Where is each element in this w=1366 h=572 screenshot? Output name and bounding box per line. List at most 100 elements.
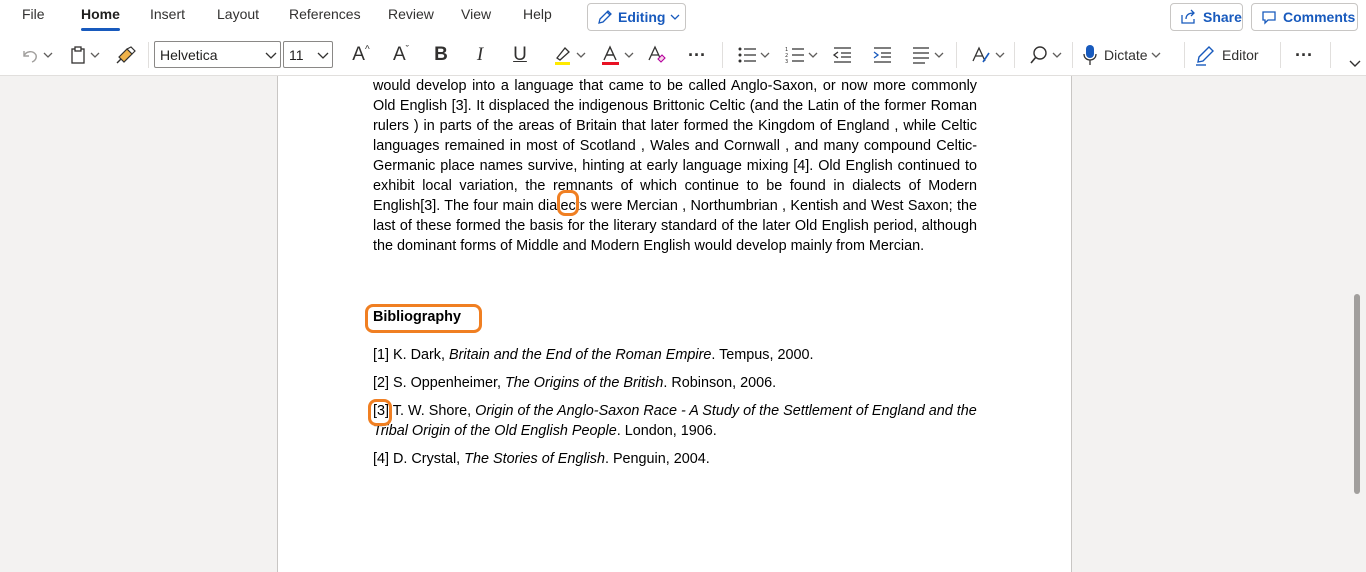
reference-number: [3]	[373, 403, 389, 419]
grow-font-button[interactable]: A^	[345, 34, 377, 76]
reference-publisher: . Penguin, 2004.	[604, 451, 710, 467]
editor-button[interactable]: Editor	[1194, 34, 1274, 76]
increase-indent-icon	[873, 47, 891, 63]
grow-font-icon: A^	[352, 44, 370, 65]
font-size-select[interactable]: 11	[283, 41, 333, 68]
toolbar-separator	[1072, 42, 1073, 68]
tab-help[interactable]: Help	[523, 6, 552, 22]
toolbar-separator	[148, 42, 149, 68]
share-label: Share	[1203, 9, 1242, 25]
reference-author: T. W. Shore,	[392, 403, 476, 419]
styles-button[interactable]	[966, 34, 1008, 76]
paragraph-text-2: . The four main dialects were Mercian , …	[373, 198, 977, 254]
tab-references[interactable]: References	[289, 6, 361, 22]
highlight-color-button[interactable]	[546, 34, 590, 76]
chevron-down-icon	[317, 52, 329, 59]
numbered-list-icon: 123	[785, 47, 804, 64]
search-icon	[1029, 46, 1047, 64]
pencil-icon	[598, 10, 612, 24]
editing-label: Editing	[618, 9, 666, 25]
bibliography-entry[interactable]: [4] D. Crystal, The Stories of English. …	[373, 449, 977, 469]
svg-text:3: 3	[785, 59, 788, 64]
reference-author: S. Oppenheimer,	[393, 375, 505, 391]
dictate-label: Dictate	[1104, 47, 1148, 63]
document-page[interactable]: would develop into a language that came …	[277, 76, 1072, 572]
undo-icon	[22, 51, 37, 63]
comment-icon	[1262, 11, 1276, 25]
comments-button[interactable]: Comments	[1251, 3, 1358, 31]
tab-insert[interactable]: Insert	[150, 6, 185, 22]
reference-author: D. Crystal,	[393, 451, 465, 467]
chevron-down-icon	[265, 52, 277, 59]
increase-indent-button[interactable]	[866, 34, 898, 76]
chevron-down-icon	[995, 52, 1004, 58]
clear-formatting-button[interactable]	[640, 34, 672, 76]
find-button[interactable]	[1024, 34, 1066, 76]
reference-publisher: . Robinson, 2006.	[663, 375, 777, 391]
decrease-indent-icon	[832, 47, 851, 63]
tab-view[interactable]: View	[461, 6, 491, 22]
align-button[interactable]	[906, 34, 948, 76]
chevron-down-icon	[934, 52, 943, 58]
bibliography-entry[interactable]: [2] S. Oppenheimer, The Origins of the B…	[373, 373, 977, 393]
bibliography-entry[interactable]: [3] T. W. Shore, Origin of the Anglo-Sax…	[373, 401, 977, 441]
reference-author: K. Dark,	[393, 347, 449, 363]
font-color-button[interactable]	[594, 34, 638, 76]
toolbar-separator	[1184, 42, 1185, 68]
bold-button[interactable]: B	[425, 34, 457, 76]
shrink-font-button[interactable]: Aˇ	[385, 34, 417, 76]
chevron-down-icon	[1151, 52, 1161, 58]
bullets-button[interactable]	[732, 34, 774, 76]
more-font-options-button[interactable]: ···	[680, 34, 714, 76]
reference-title: The Origins of the British	[505, 375, 664, 391]
paste-button[interactable]	[64, 34, 104, 76]
tab-file[interactable]: File	[22, 6, 45, 22]
bibliography-heading[interactable]: Bibliography	[373, 309, 461, 325]
underline-button[interactable]: U	[504, 34, 536, 76]
clear-formatting-icon	[648, 45, 666, 63]
chevron-down-icon	[43, 52, 52, 58]
reference-publisher: . London, 1906.	[616, 423, 717, 439]
styles-icon	[971, 46, 990, 63]
ribbon-toolbar: Helvetica 11 A^ Aˇ B I U ··· 123 Dictate…	[0, 34, 1366, 76]
font-name-value: Helvetica	[160, 46, 218, 63]
decrease-indent-button[interactable]	[826, 34, 858, 76]
bibliography-entry[interactable]: [1] K. Dark, Britain and the End of the …	[373, 345, 977, 365]
numbering-button[interactable]: 123	[780, 34, 822, 76]
reference-number: [4]	[373, 451, 389, 467]
citation-marker[interactable]: [3]	[420, 198, 436, 214]
toolbar-separator	[1014, 42, 1015, 68]
more-icon: ···	[1295, 44, 1313, 65]
bold-icon: B	[434, 44, 448, 65]
tab-layout[interactable]: Layout	[217, 6, 259, 22]
chevron-down-icon	[670, 14, 680, 20]
underline-icon: U	[513, 44, 527, 65]
chevron-down-icon	[1052, 52, 1061, 58]
body-paragraph[interactable]: would develop into a language that came …	[373, 76, 977, 256]
reference-number: [1]	[373, 347, 389, 363]
toolbar-separator	[722, 42, 723, 68]
italic-button[interactable]: I	[464, 34, 496, 76]
undo-button[interactable]	[16, 34, 56, 76]
format-painter-button[interactable]	[110, 34, 142, 76]
bullet-list-icon	[738, 47, 756, 63]
share-button[interactable]: Share	[1170, 3, 1243, 31]
chevron-down-icon	[1349, 60, 1361, 67]
share-icon	[1181, 9, 1195, 24]
reference-publisher: . Tempus, 2000.	[711, 347, 814, 363]
dictate-button[interactable]: Dictate	[1082, 34, 1178, 76]
paragraph-text-1: would develop into a language that came …	[373, 78, 977, 214]
chevron-down-icon	[576, 52, 585, 58]
editing-mode-button[interactable]: Editing	[587, 3, 686, 31]
toolbar-separator	[1280, 42, 1281, 68]
chevron-down-icon	[90, 52, 99, 58]
tab-home[interactable]: Home	[81, 6, 120, 31]
scrollbar-thumb[interactable]	[1354, 294, 1360, 494]
reference-number: [2]	[373, 375, 389, 391]
toolbar-separator	[1330, 42, 1331, 68]
font-name-select[interactable]: Helvetica	[154, 41, 281, 68]
more-options-button[interactable]: ···	[1287, 34, 1321, 76]
font-size-value: 11	[289, 46, 304, 63]
reference-title: The Stories of English	[464, 451, 605, 467]
tab-review[interactable]: Review	[388, 6, 434, 22]
